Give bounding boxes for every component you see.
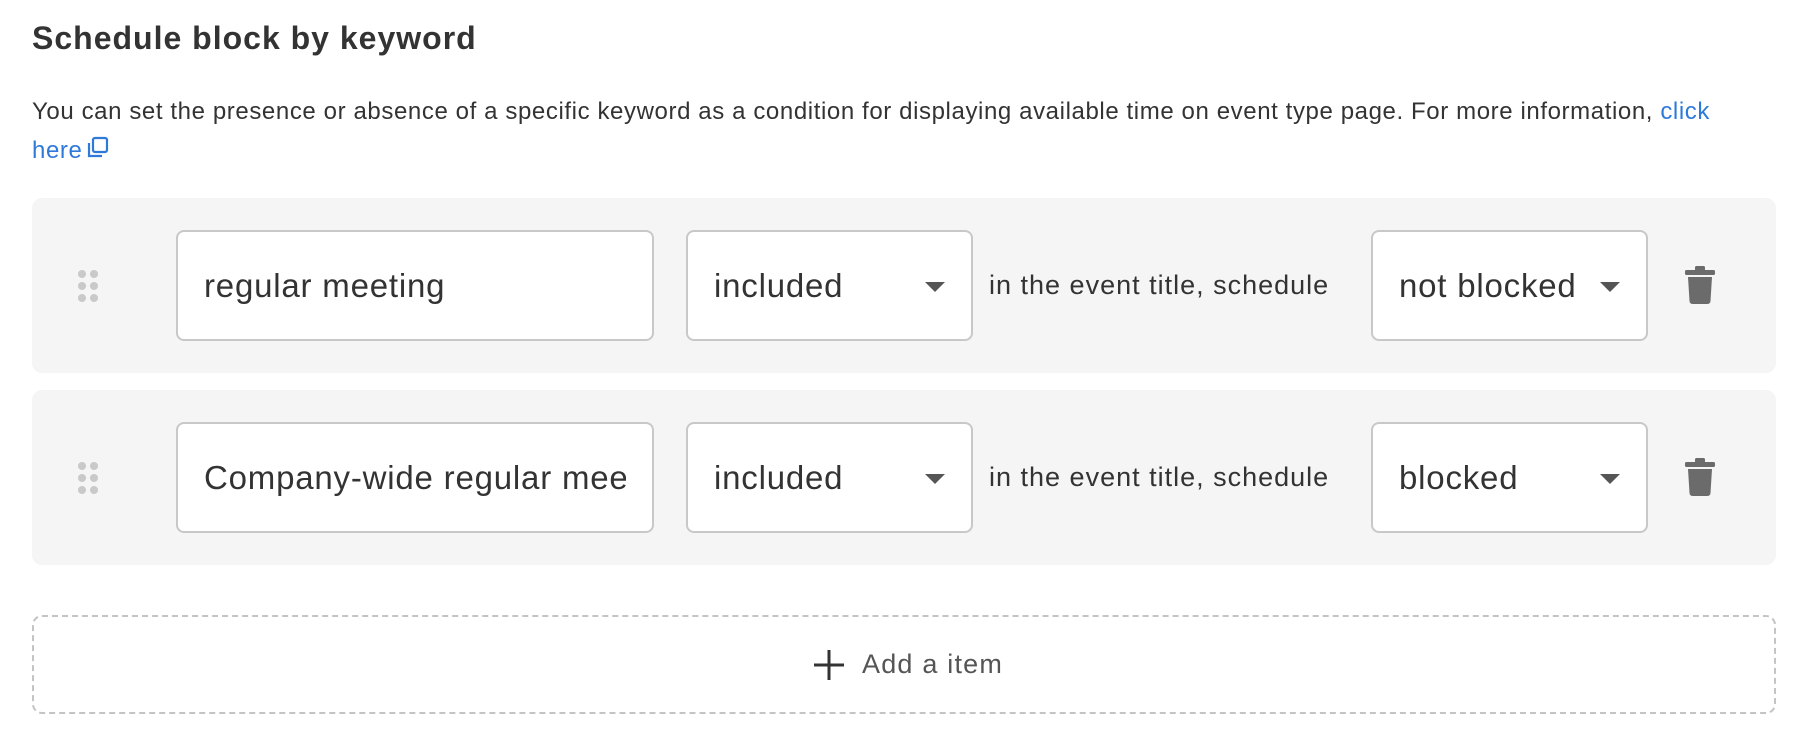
plus-icon [814,649,844,680]
chevron-down-icon [925,282,945,292]
chevron-down-icon [1600,282,1620,292]
result-select[interactable]: blocked [1371,422,1648,533]
chevron-down-icon [925,474,945,484]
add-item-content: Add a item [814,617,1003,712]
trash-icon[interactable] [1685,458,1715,496]
chevron-down-icon [1600,474,1620,484]
trash-icon[interactable] [1685,266,1715,304]
keyword-rule-row: included in the event title, schedule bl… [32,390,1776,565]
keyword-rule-list: included in the event title, schedule no… [32,198,1776,582]
keyword-input[interactable] [176,230,654,341]
section-description: You can set the presence or absence of a… [32,92,1732,170]
drag-handle-icon[interactable] [76,460,100,496]
section-title: Schedule block by keyword [32,20,477,56]
condition-select[interactable]: included [686,422,973,533]
result-value: not blocked [1399,267,1577,304]
drag-handle-icon[interactable] [76,268,100,304]
result-select[interactable]: not blocked [1371,230,1648,341]
external-link-icon [88,136,109,158]
description-text: You can set the presence or absence of a… [32,98,1661,125]
condition-value: included [714,267,844,304]
result-value: blocked [1399,459,1519,496]
condition-select[interactable]: included [686,230,973,341]
add-item-button[interactable]: Add a item [32,615,1776,714]
keyword-rule-row: included in the event title, schedule no… [32,198,1776,373]
rule-connector-text: in the event title, schedule [989,270,1330,300]
keyword-input[interactable] [176,422,654,533]
condition-value: included [714,459,844,496]
rule-connector-text: in the event title, schedule [989,462,1330,492]
add-item-label: Add a item [862,649,1004,679]
